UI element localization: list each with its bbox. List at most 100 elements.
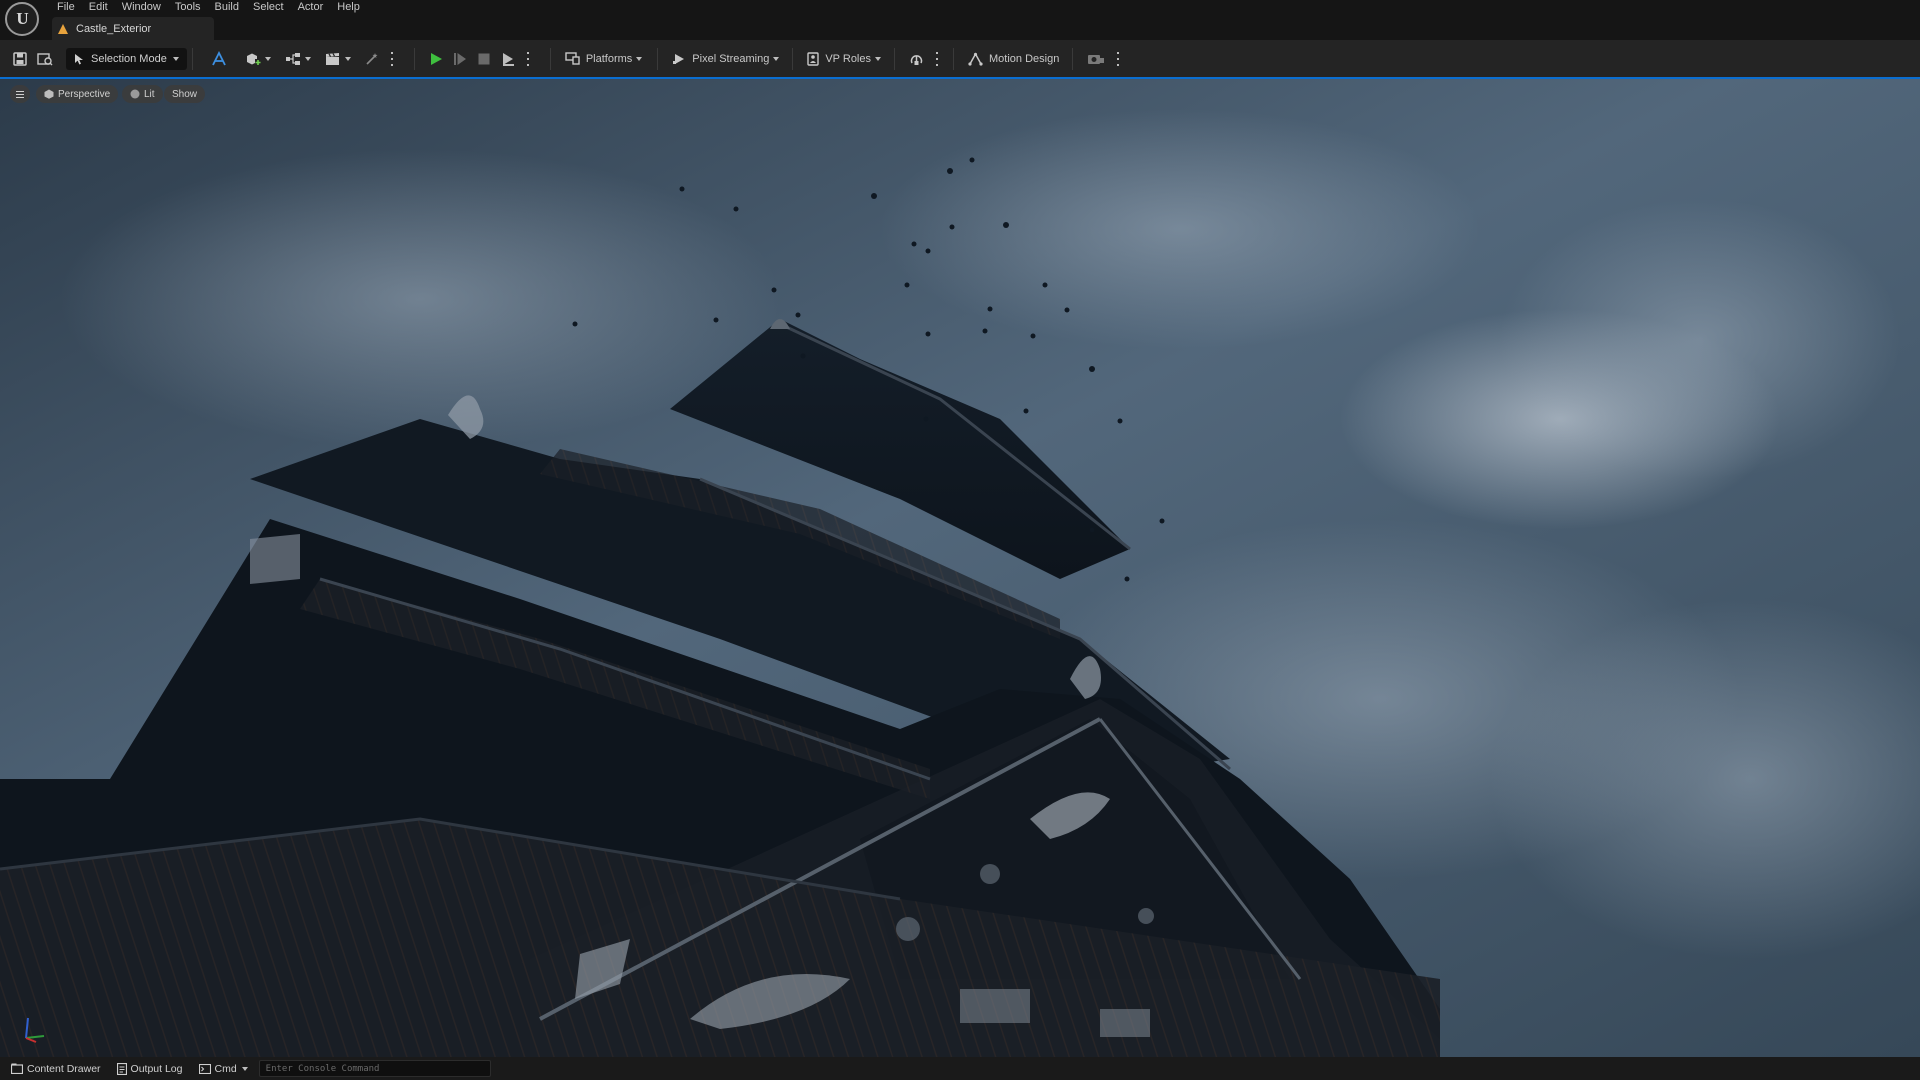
chevron-down-icon	[875, 56, 881, 61]
show-dropdown[interactable]: Show	[164, 85, 206, 103]
browse-button[interactable]	[32, 46, 58, 72]
modeling-mode-button[interactable]	[206, 46, 232, 72]
platforms-icon	[565, 52, 580, 65]
perspective-label: Perspective	[58, 88, 111, 100]
view-mode-dropdown[interactable]: Lit	[122, 85, 163, 103]
cinematics-button[interactable]	[320, 46, 356, 72]
console-command-input[interactable]	[258, 1060, 491, 1077]
chevron-down-icon	[304, 56, 311, 61]
menu-actor[interactable]: Actor	[291, 0, 331, 15]
vp-roles-dropdown[interactable]: VP Roles	[802, 46, 886, 72]
pixel-streaming-dropdown[interactable]: Pixel Streaming	[667, 46, 784, 72]
menu-select[interactable]: Select	[246, 0, 291, 15]
settings-button[interactable]	[1082, 46, 1110, 72]
terminal-icon	[198, 1063, 211, 1074]
chevron-down-icon	[773, 56, 780, 61]
menu-bar: File Edit Window Tools Build Select Acto…	[50, 0, 367, 15]
output-log-icon	[116, 1062, 127, 1075]
stop-button[interactable]	[472, 46, 496, 72]
save-icon	[13, 51, 27, 66]
pixel-streaming-label: Pixel Streaming	[692, 52, 770, 65]
stop-icon	[478, 53, 490, 64]
eject-button[interactable]	[496, 46, 520, 72]
play-options-icon[interactable]	[524, 51, 532, 66]
step-forward-icon	[453, 52, 466, 65]
main-toolbar: Selection Mode Platforms Pixel Streaming…	[0, 40, 1920, 77]
content-drawer-label: Content Drawer	[27, 1062, 101, 1075]
clapperboard-icon	[325, 52, 339, 65]
toolbar-divider	[953, 47, 954, 70]
toolbar-divider	[413, 47, 415, 70]
advance-frame-button[interactable]	[448, 46, 472, 72]
cloud	[880, 109, 1480, 349]
toolbar-divider	[1072, 47, 1074, 70]
menu-build[interactable]: Build	[208, 0, 246, 15]
cursor-icon	[75, 53, 83, 64]
cmd-dropdown[interactable]: Cmd	[194, 1059, 253, 1079]
toolbar-divider	[894, 47, 895, 70]
add-actor-icon	[246, 53, 261, 65]
motion-design-label: Motion Design	[989, 52, 1060, 65]
vp-roles-label: VP Roles	[825, 52, 871, 65]
unreal-logo-letter: U	[16, 9, 28, 28]
blueprint-icon	[285, 52, 300, 65]
selection-mode-dropdown[interactable]: Selection Mode	[66, 47, 187, 70]
selection-mode-label: Selection Mode	[91, 52, 167, 65]
level-tab[interactable]: Castle_Exterior	[52, 17, 214, 40]
perspective-dropdown[interactable]: Perspective	[36, 85, 119, 103]
menu-window[interactable]: Window	[115, 0, 168, 15]
platforms-label: Platforms	[585, 52, 633, 65]
build-tools-button[interactable]	[360, 46, 384, 72]
output-log-label: Output Log	[130, 1062, 183, 1075]
play-icon	[430, 52, 442, 65]
chevron-down-icon	[241, 1066, 248, 1071]
lit-sphere-icon	[130, 89, 140, 99]
chevron-down-icon	[172, 56, 179, 61]
toolbar-divider	[792, 47, 794, 70]
axis-gizmo-icon	[25, 1017, 45, 1043]
menu-help[interactable]: Help	[330, 0, 367, 15]
level-tab-label: Castle_Exterior	[76, 22, 152, 35]
cloud	[1500, 199, 1900, 479]
compile-options-icon[interactable]	[933, 51, 941, 66]
vp-roles-icon	[807, 51, 820, 66]
save-button[interactable]	[8, 46, 32, 72]
cloud	[60, 149, 780, 449]
status-bar: Content Drawer Output Log Cmd	[0, 1057, 1920, 1080]
menu-edit[interactable]: Edit	[82, 0, 115, 15]
show-label: Show	[172, 88, 198, 100]
cmd-label: Cmd	[214, 1062, 237, 1075]
pixel-streaming-icon	[673, 53, 685, 64]
unreal-logo-icon[interactable]: U	[5, 2, 39, 36]
menu-tools[interactable]: Tools	[168, 0, 208, 15]
motion-design-button[interactable]: Motion Design	[963, 46, 1064, 72]
blueprints-button[interactable]	[280, 46, 316, 72]
level-viewport[interactable]: Perspective Lit Show	[0, 77, 1920, 1057]
play-button[interactable]	[424, 46, 448, 72]
content-drawer-icon	[11, 1063, 23, 1074]
motion-design-icon	[968, 51, 983, 66]
quick-add-button[interactable]	[240, 46, 276, 72]
content-drawer-button[interactable]: Content Drawer	[6, 1059, 106, 1079]
toolbar-divider	[657, 47, 659, 70]
menu-file[interactable]: File	[50, 0, 82, 15]
chevron-down-icon	[636, 56, 643, 61]
cube-icon	[44, 89, 54, 99]
simulate-icon	[502, 52, 514, 66]
magic-wand-icon	[366, 52, 378, 65]
lit-label: Lit	[144, 88, 155, 100]
modeling-mode-icon	[212, 50, 226, 65]
live-coding-button[interactable]	[904, 46, 929, 72]
settings-options-icon[interactable]	[1114, 51, 1122, 66]
toolbar-divider	[549, 47, 551, 70]
output-log-button[interactable]: Output Log	[112, 1059, 188, 1079]
viewport-menu-button[interactable]	[10, 85, 30, 103]
content-browser-icon	[37, 52, 53, 65]
platforms-dropdown[interactable]: Platforms	[560, 46, 647, 72]
hot-reload-icon	[910, 54, 923, 65]
camera-settings-icon	[1088, 54, 1105, 64]
chevron-down-icon	[264, 56, 271, 61]
warning-icon	[58, 23, 69, 34]
more-options-icon[interactable]	[388, 51, 396, 66]
title-bar: U File Edit Window Tools Build Select Ac…	[0, 0, 1920, 40]
